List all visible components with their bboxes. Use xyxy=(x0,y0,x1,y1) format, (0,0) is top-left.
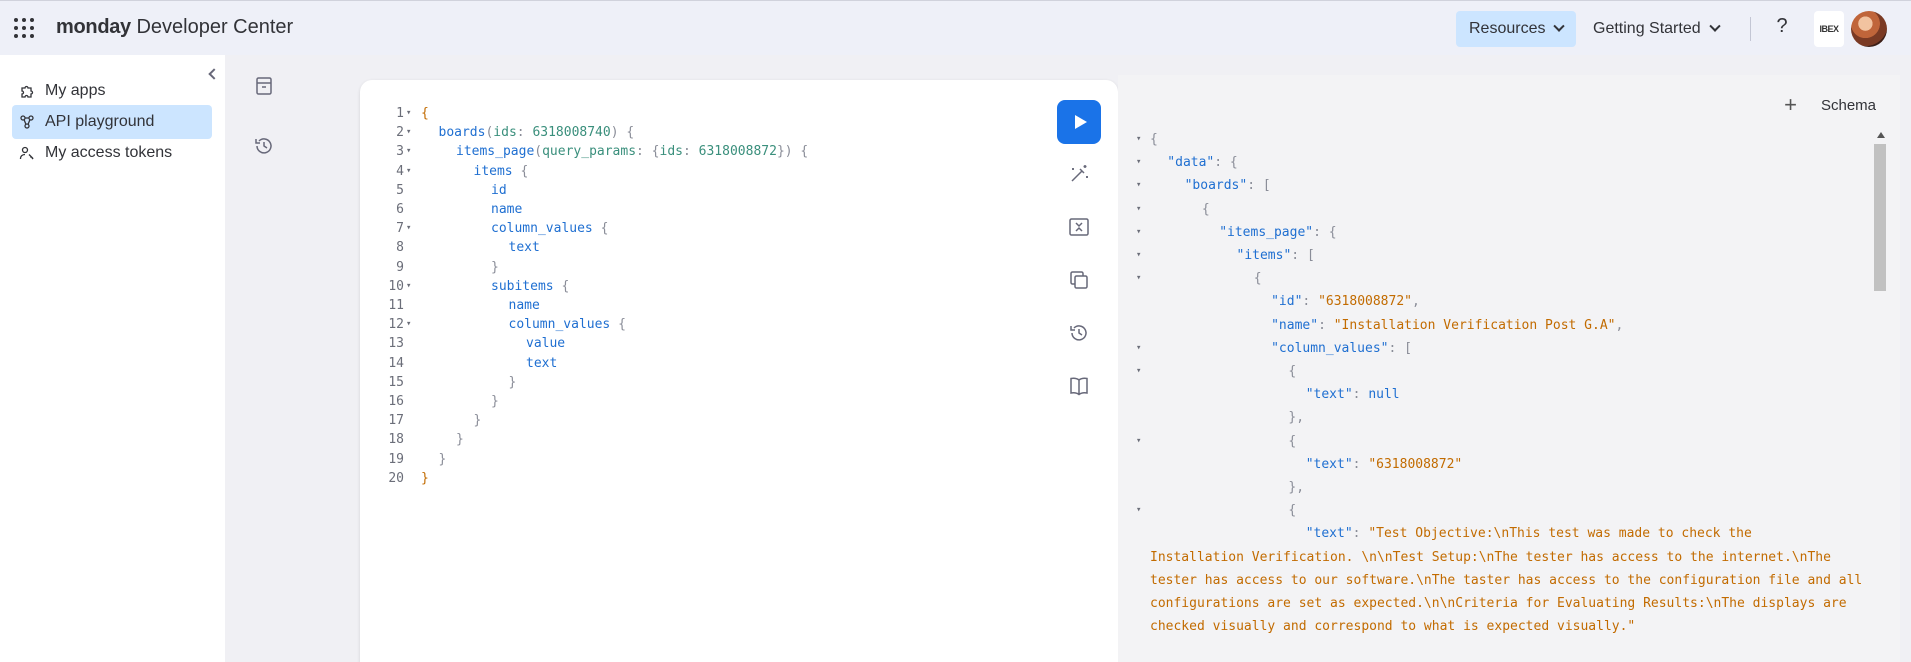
json-text: { xyxy=(1201,201,1210,217)
run-icon xyxy=(1075,115,1087,129)
scroll-up-arrow-icon[interactable] xyxy=(1877,132,1885,138)
docs-icon xyxy=(1070,377,1088,396)
query-editor[interactable]: 1 ▾{2 ▾ boards(ids: 6318008740) {3 ▾ items_pa… xyxy=(360,80,1118,662)
fold-toggle-icon[interactable]: ▾ xyxy=(1136,174,1141,197)
getting-started-label: Getting Started xyxy=(1593,20,1701,37)
brand-name: monday xyxy=(56,16,131,38)
left-sidebar: My apps API playground My access tokens xyxy=(0,55,225,662)
fold-toggle-icon[interactable]: ▾ xyxy=(1136,151,1141,174)
fold-toggle-icon[interactable]: ▾ xyxy=(1136,337,1141,360)
result-scrollbar[interactable] xyxy=(1873,132,1887,662)
sidebar-item-my-access-tokens[interactable]: My access tokens xyxy=(12,136,212,170)
help-icon[interactable]: ? xyxy=(1772,15,1792,41)
copy-icon xyxy=(1070,271,1088,289)
json-text: "text": "6318008872" xyxy=(1305,456,1463,472)
chevron-left-icon xyxy=(208,68,220,80)
code-text: } xyxy=(421,470,429,486)
getting-started-menu-button[interactable]: Getting Started xyxy=(1580,11,1732,47)
sidebar-item-api-playground[interactable]: API playground xyxy=(12,105,212,139)
chevron-down-icon xyxy=(1553,20,1566,32)
scrollbar-thumb[interactable] xyxy=(1874,144,1886,291)
history-icon xyxy=(1070,325,1087,341)
json-text: "items_page": { xyxy=(1219,224,1337,240)
json-text: "name": "Installation Verification Post … xyxy=(1271,317,1624,333)
resources-menu-button[interactable]: Resources xyxy=(1456,11,1577,47)
sidebar-item-label: API playground xyxy=(45,113,155,130)
fold-toggle-icon[interactable]: ▾ xyxy=(1136,430,1141,453)
fold-toggle-icon[interactable]: ▾ xyxy=(1136,360,1141,383)
json-text: "text": "Test Objective:\nThis test was … xyxy=(1305,526,1752,542)
line-number: 20 xyxy=(388,470,404,486)
add-tab-button[interactable]: + xyxy=(1784,92,1797,118)
merge-fragments-icon xyxy=(1069,218,1089,236)
sidebar-item-label: My access tokens xyxy=(45,144,173,161)
schema-button[interactable]: Schema xyxy=(1821,97,1876,114)
collapse-sidebar-button[interactable] xyxy=(200,58,225,90)
json-text: { xyxy=(1150,132,1158,147)
history-button[interactable] xyxy=(1057,311,1101,355)
fold-toggle-icon[interactable]: ▾ xyxy=(1136,221,1141,244)
json-text: }, xyxy=(1288,410,1305,426)
code-line[interactable]: 20} xyxy=(360,467,1000,490)
chevron-down-icon xyxy=(1708,20,1721,32)
json-text: { xyxy=(1253,271,1262,287)
json-text: "data": { xyxy=(1167,155,1238,171)
json-text: "column_values": [ xyxy=(1271,340,1412,356)
history-icon[interactable] xyxy=(253,135,275,157)
brand-logo[interactable]: monday Developer Center xyxy=(56,16,293,39)
fold-toggle-icon[interactable]: ▾ xyxy=(1136,267,1141,290)
json-text: "text": null xyxy=(1305,387,1400,403)
json-text: { xyxy=(1288,433,1297,449)
network-icon xyxy=(20,115,34,129)
json-wrapped-text: Installation Verification. \n\nTest Setu… xyxy=(1150,549,1863,634)
result-toolbar: + Schema xyxy=(1784,92,1876,118)
json-text: { xyxy=(1288,503,1297,519)
fold-toggle-icon[interactable]: ▾ xyxy=(1136,128,1141,151)
prettify-icon xyxy=(1071,165,1088,182)
account-logo[interactable]: IBEX xyxy=(1814,11,1844,47)
json-text: "boards": [ xyxy=(1184,178,1271,194)
sidebar-item-label: My apps xyxy=(45,82,106,99)
header-divider xyxy=(1750,17,1751,41)
run-query-button[interactable] xyxy=(1057,100,1101,144)
docs-button[interactable] xyxy=(1057,364,1101,408)
avatar[interactable] xyxy=(1851,11,1887,47)
json-text: "items": [ xyxy=(1236,248,1315,263)
saved-queries-icon[interactable] xyxy=(253,75,275,97)
sidebar-item-my-apps[interactable]: My apps xyxy=(12,74,212,108)
result-panel: + Schema ▾ { ▾ "data": { ▾ "boards": [ ▾ { ▾ "ite… xyxy=(1118,75,1900,662)
copy-query-button[interactable] xyxy=(1057,258,1101,302)
prettify-button[interactable] xyxy=(1057,152,1101,196)
json-text: }, xyxy=(1288,480,1305,495)
json-text: { xyxy=(1288,364,1297,379)
fold-toggle-icon[interactable]: ▾ xyxy=(1136,499,1141,522)
merge-fragments-button[interactable] xyxy=(1057,205,1101,249)
puzzle-icon xyxy=(21,85,34,98)
brand-suffix: Developer Center xyxy=(130,16,294,38)
playground-side-toolbar xyxy=(237,55,292,662)
key-person-icon xyxy=(19,146,34,160)
resources-label: Resources xyxy=(1469,20,1546,37)
fold-toggle-icon[interactable]: ▾ xyxy=(1136,244,1141,267)
top-header: monday Developer Center Resources Gettin… xyxy=(0,0,1911,55)
json-text: "id": "6318008872", xyxy=(1271,294,1420,310)
app-switcher-icon[interactable] xyxy=(14,18,34,38)
fold-toggle-icon[interactable]: ▾ xyxy=(1136,198,1141,221)
